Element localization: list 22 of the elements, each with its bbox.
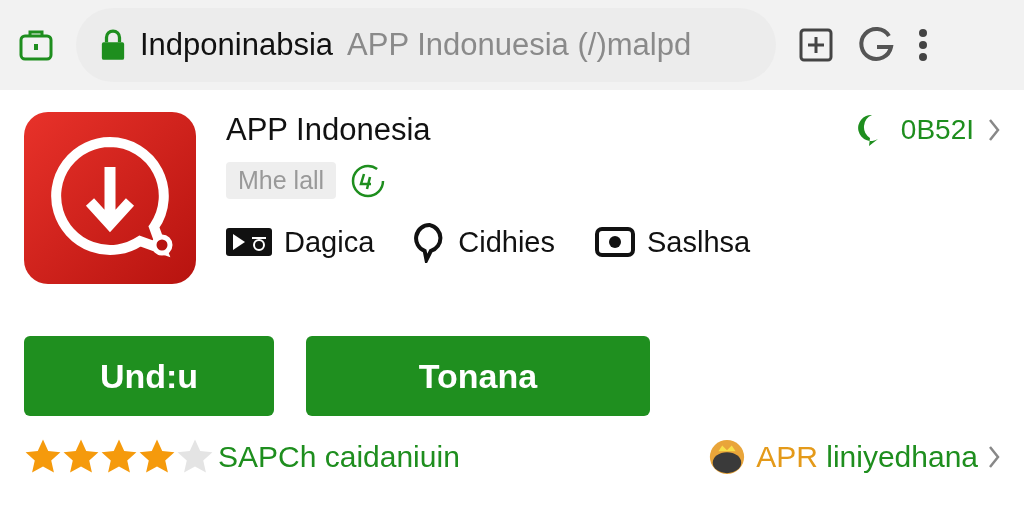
- new-tab-icon[interactable]: [798, 27, 834, 63]
- action-button[interactable]: Und:u: [24, 336, 274, 416]
- app-logo-icon: [24, 112, 196, 284]
- action-button[interactable]: Tonana: [306, 336, 650, 416]
- feature-label: Dagica: [284, 225, 375, 259]
- app-title: APP Indonesia: [226, 112, 431, 148]
- refresh-icon: [350, 162, 387, 199]
- feature-label: Cidhies: [458, 225, 555, 259]
- rating-label: SAPCh caidaniuin: [218, 440, 460, 474]
- chevron-icon[interactable]: [988, 118, 1000, 142]
- badge-code: 0B52I: [900, 114, 974, 146]
- promo-label[interactable]: APR liniyedhana: [756, 440, 978, 474]
- feature-label: Saslhsa: [647, 225, 751, 259]
- address-bar[interactable]: Indponinabsia APP Indonuesia (/)malpd: [76, 8, 776, 82]
- category-tag: Mhe lall: [226, 162, 337, 199]
- url-host: Indponinabsia: [140, 27, 334, 63]
- chevron-icon[interactable]: [988, 445, 1000, 469]
- video-icon: [226, 228, 272, 256]
- camera-icon: [595, 227, 635, 257]
- url-path: APP Indonuesia (/)malpd: [347, 27, 692, 63]
- lock-icon: [100, 29, 126, 61]
- menu-icon[interactable]: [918, 28, 928, 62]
